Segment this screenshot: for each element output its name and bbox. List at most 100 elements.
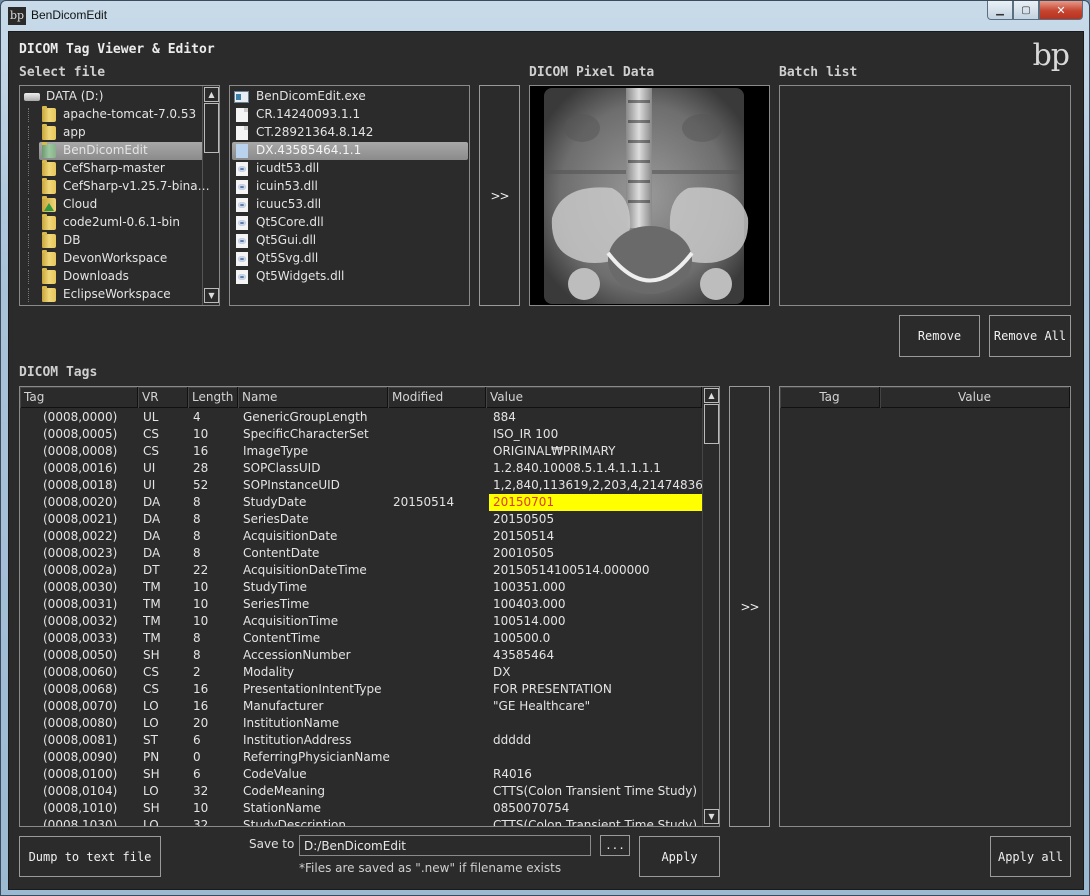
tree-item[interactable]: DevonWorkspace	[20, 250, 204, 268]
table-row[interactable]: (0008,0090) PN 0 ReferringPhysicianName	[20, 749, 702, 766]
file-list-item[interactable]: icuuc53.dll	[232, 196, 468, 214]
file-list-item[interactable]: icuin53.dll	[232, 178, 468, 196]
add-file-to-batch-button[interactable]: >>	[479, 85, 520, 306]
dicom-tags-table[interactable]: Tag VR Length Name Modified Value (0008,…	[19, 386, 720, 827]
column-header-value[interactable]: Value	[486, 387, 702, 408]
table-row[interactable]: (0008,0060) CS 2 Modality DX	[20, 664, 702, 681]
table-row[interactable]: (0008,1030) LO 32 StudyDescription CTTS(Colo…	[20, 817, 702, 826]
cell-value[interactable]: ORIGINAL₩PRIMARY	[489, 443, 702, 460]
file-list-item[interactable]: BenDicomEdit.exe	[232, 88, 468, 106]
cell-value[interactable]: 20150701	[489, 494, 702, 511]
cell-value[interactable]: 20150514	[489, 528, 702, 545]
table-row[interactable]: (0008,0068) CS 16 PresentationIntentType FOR…	[20, 681, 702, 698]
table-row[interactable]: (0008,0100) SH 6 CodeValue R4016	[20, 766, 702, 783]
tags-scrollbar[interactable]: ▲ ▼	[702, 387, 719, 826]
table-row[interactable]: (0008,0021) DA 8 SeriesDate 20150505	[20, 511, 702, 528]
file-list-item[interactable]: Qt5Gui.dll	[232, 232, 468, 250]
table-row[interactable]: (0008,0008) CS 16 ImageType ORIGINAL₩PRIMARY	[20, 443, 702, 460]
table-row[interactable]: (0008,0023) DA 8 ContentDate 20010505	[20, 545, 702, 562]
table-row[interactable]: (0008,0081) ST 6 InstitutionAddress ddddd	[20, 732, 702, 749]
column-header-modified[interactable]: Modified	[388, 387, 486, 408]
table-row[interactable]: (0008,0018) UI 52 SOPInstanceUID 1,2,840,113…	[20, 477, 702, 494]
column-header-tag[interactable]: Tag	[780, 387, 880, 408]
table-row[interactable]: (0008,0000) UL 4 GenericGroupLength 884	[20, 409, 702, 426]
cell-value[interactable]: CTTS(Colon Transient Time Study)	[489, 783, 702, 800]
cell-value[interactable]: R4016	[489, 766, 702, 783]
tree-item[interactable]: apache-tomcat-7.0.53	[20, 106, 204, 124]
add-tag-to-batch-button[interactable]: >>	[729, 386, 770, 827]
cell-value[interactable]: 43585464	[489, 647, 702, 664]
cell-value[interactable]: 1.2.840.10008.5.1.4.1.1.1.1	[489, 460, 702, 477]
browse-button[interactable]: ...	[600, 835, 630, 856]
column-header-length[interactable]: Length	[188, 387, 238, 408]
tree-item[interactable]: EclipseWorkspace	[20, 286, 204, 304]
table-row[interactable]: (0008,0070) LO 16 Manufacturer "GE Healthcar…	[20, 698, 702, 715]
table-row[interactable]: (0008,0016) UI 28 SOPClassUID 1.2.840.10008.…	[20, 460, 702, 477]
tree-item[interactable]: CefSharp-master	[20, 160, 204, 178]
tree-item[interactable]: app	[20, 124, 204, 142]
tree-item[interactable]: BenDicomEdit	[20, 142, 204, 160]
tree-root-drive[interactable]: DATA (D:)	[20, 88, 204, 106]
table-row[interactable]: (0008,0050) SH 8 AccessionNumber 43585464	[20, 647, 702, 664]
table-row[interactable]: (0008,0032) TM 10 AcquisitionTime 100514.000	[20, 613, 702, 630]
tree-item[interactable]: code2uml-0.6.1-bin	[20, 214, 204, 232]
cell-value[interactable]: 20150514100514.000000	[489, 562, 702, 579]
minimize-button[interactable]: ▁	[987, 1, 1013, 20]
scroll-up-icon[interactable]: ▲	[204, 87, 219, 102]
cell-value[interactable]: "GE Healthcare"	[489, 698, 702, 715]
column-header-tag[interactable]: Tag	[20, 387, 138, 408]
file-list-item[interactable]: Qt5Core.dll	[232, 214, 468, 232]
cell-value[interactable]: 100514.000	[489, 613, 702, 630]
dump-to-text-file-button[interactable]: Dump to text file	[19, 836, 161, 877]
cell-value[interactable]: 20010505	[489, 545, 702, 562]
cell-value[interactable]: 100500.0	[489, 630, 702, 647]
column-header-value[interactable]: Value	[880, 387, 1070, 408]
close-button[interactable]: ✕	[1039, 1, 1083, 20]
file-list[interactable]: BenDicomEdit.exe CR.14240093.1.1 CT.289213…	[229, 85, 470, 306]
cell-value[interactable]: CTTS(Colon Transient Time Study)	[489, 817, 702, 826]
file-list-item[interactable]: Qt5Svg.dll	[232, 250, 468, 268]
table-row[interactable]: (0008,0005) CS 10 SpecificCharacterSet ISO_I…	[20, 426, 702, 443]
tree-item[interactable]: CefSharp-v1.25.7-bina…	[20, 178, 210, 196]
file-list-item[interactable]: CT.28921364.8.142	[232, 124, 468, 142]
remove-all-button[interactable]: Remove All	[989, 315, 1071, 357]
table-row[interactable]: (0008,0020) DA 8 StudyDate 20150514 20150701	[20, 494, 702, 511]
cell-value[interactable]: 1,2,840,113619,2,203,4,214748364…	[489, 477, 702, 494]
table-row[interactable]: (0008,0022) DA 8 AcquisitionDate 20150514	[20, 528, 702, 545]
cell-value[interactable]: FOR PRESENTATION	[489, 681, 702, 698]
table-row[interactable]: (0008,0033) TM 8 ContentTime 100500.0	[20, 630, 702, 647]
table-row[interactable]: (0008,1010) SH 10 StationName 0850070754	[20, 800, 702, 817]
tree-item[interactable]: Downloads	[20, 268, 204, 286]
cell-value[interactable]	[489, 715, 702, 732]
scroll-down-icon[interactable]: ▼	[204, 288, 219, 303]
maximize-button[interactable]: ▢	[1013, 1, 1039, 20]
scroll-thumb[interactable]	[204, 103, 219, 153]
remove-button[interactable]: Remove	[899, 315, 980, 357]
cell-value[interactable]: 884	[489, 409, 702, 426]
cell-value[interactable]: 100351.000	[489, 579, 702, 596]
table-row[interactable]: (0008,0104) LO 32 CodeMeaning CTTS(Colon Tra…	[20, 783, 702, 800]
scroll-up-icon[interactable]: ▲	[704, 388, 719, 403]
tree-item[interactable]: DB	[20, 232, 204, 250]
batch-list[interactable]	[779, 85, 1071, 306]
cell-value[interactable]: 0850070754	[489, 800, 702, 817]
file-list-item[interactable]: DX.43585464.1.1	[232, 142, 468, 160]
batch-tags-table[interactable]: Tag Value	[779, 386, 1071, 827]
scroll-down-icon[interactable]: ▼	[704, 809, 719, 824]
folder-tree[interactable]: DATA (D:) apache-tomcat-7.0.53 app BenDico…	[19, 85, 220, 306]
cell-value[interactable]: 20150505	[489, 511, 702, 528]
file-list-item[interactable]: Qt5Widgets.dll	[232, 268, 468, 286]
cell-value[interactable]: DX	[489, 664, 702, 681]
title-bar[interactable]: bp BenDicomEdit ▁ ▢ ✕	[1, 1, 1089, 31]
table-row[interactable]: (0008,002a) DT 22 AcquisitionDateTime 201505…	[20, 562, 702, 579]
cell-value[interactable]: ddddd	[489, 732, 702, 749]
file-list-item[interactable]: icudt53.dll	[232, 160, 468, 178]
tree-item[interactable]: Cloud	[20, 196, 204, 214]
column-header-vr[interactable]: VR	[138, 387, 188, 408]
scroll-thumb[interactable]	[704, 404, 719, 444]
save-path-input[interactable]	[299, 835, 591, 856]
cell-value[interactable]: 100403.000	[489, 596, 702, 613]
cell-value[interactable]: ISO_IR 100	[489, 426, 702, 443]
tree-scrollbar[interactable]: ▲ ▼	[202, 86, 219, 305]
cell-value[interactable]	[489, 749, 702, 766]
